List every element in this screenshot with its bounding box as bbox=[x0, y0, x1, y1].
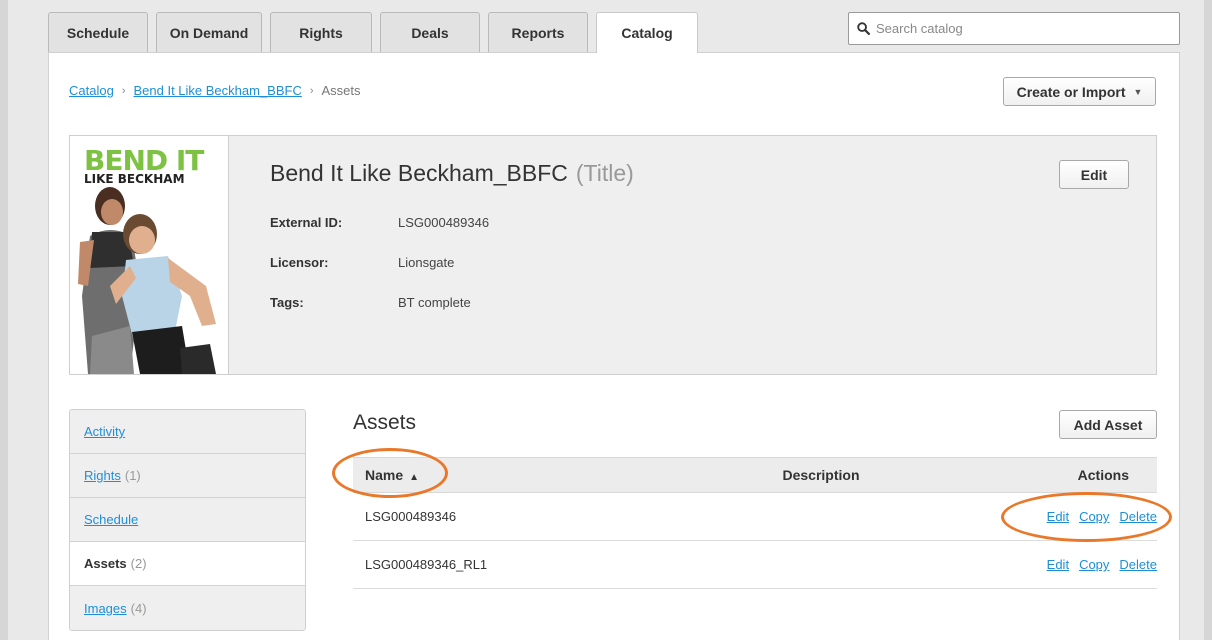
sidenav-item-schedule[interactable]: Schedule bbox=[70, 498, 305, 542]
breadcrumb-catalog-link[interactable]: Catalog bbox=[69, 83, 114, 98]
breadcrumb-separator-icon: › bbox=[121, 84, 126, 97]
column-header-name[interactable]: Name ▲ bbox=[353, 467, 621, 483]
sidenav-item-images[interactable]: Images (4) bbox=[70, 586, 305, 630]
assets-heading: Assets bbox=[353, 411, 417, 434]
table-row: LSG000489346_RL1 Edit Copy Delete bbox=[353, 541, 1157, 589]
breadcrumb-title-link[interactable]: Bend It Like Beckham_BBFC bbox=[133, 83, 301, 98]
add-asset-button[interactable]: Add Asset bbox=[1059, 410, 1157, 439]
title-poster: BEND IT LIKE BECKHAM bbox=[70, 136, 229, 374]
sidenav-item-label[interactable]: Schedule bbox=[84, 512, 138, 527]
assets-table-header: Name ▲ Description Actions bbox=[353, 457, 1157, 493]
breadcrumb: Catalog › Bend It Like Beckham_BBFC › As… bbox=[69, 83, 361, 98]
title-heading: Bend It Like Beckham_BBFC (Title) bbox=[270, 160, 634, 187]
assets-table: Name ▲ Description Actions LSG000489346 E… bbox=[353, 457, 1157, 589]
tab-rights[interactable]: Rights bbox=[270, 12, 372, 52]
sort-ascending-icon: ▲ bbox=[409, 472, 420, 483]
column-header-name-label: Name bbox=[365, 467, 404, 483]
asset-name: LSG000489346_RL1 bbox=[365, 557, 488, 572]
poster-logo: BEND IT LIKE BECKHAM bbox=[84, 144, 204, 186]
delete-asset-link[interactable]: Delete bbox=[1119, 557, 1157, 572]
sidenav-item-count: (1) bbox=[124, 468, 141, 483]
breadcrumb-current: Assets bbox=[321, 83, 361, 98]
title-kind: (Title) bbox=[575, 160, 634, 186]
copy-asset-link[interactable]: Copy bbox=[1079, 557, 1109, 572]
catalog-panel: Catalog › Bend It Like Beckham_BBFC › As… bbox=[48, 52, 1180, 640]
tab-schedule[interactable]: Schedule bbox=[48, 12, 148, 52]
edit-title-button[interactable]: Edit bbox=[1059, 160, 1129, 189]
asset-actions: Edit Copy Delete bbox=[1021, 509, 1157, 524]
asset-name: LSG000489346 bbox=[365, 509, 457, 524]
delete-asset-link[interactable]: Delete bbox=[1119, 509, 1157, 524]
edit-asset-link[interactable]: Edit bbox=[1047, 509, 1069, 524]
tab-deals[interactable]: Deals bbox=[380, 12, 480, 52]
create-or-import-button[interactable]: Create or Import ▼ bbox=[1003, 77, 1156, 106]
asset-actions: Edit Copy Delete bbox=[1021, 557, 1157, 572]
caret-down-icon: ▼ bbox=[1133, 86, 1143, 97]
column-header-description: Description bbox=[782, 467, 860, 483]
breadcrumb-separator-icon: › bbox=[309, 84, 314, 97]
search-icon bbox=[857, 22, 870, 35]
tab-catalog[interactable]: Catalog bbox=[596, 12, 698, 53]
column-header-actions: Actions bbox=[1077, 467, 1129, 483]
tags-label: Tags: bbox=[270, 295, 304, 310]
tab-on-demand[interactable]: On Demand bbox=[156, 12, 262, 52]
title-card: BEND IT LIKE BECKHAM Bend It Like Beckha… bbox=[69, 135, 1157, 375]
sidenav-item-assets[interactable]: Assets (2) bbox=[70, 542, 305, 586]
sidenav-item-activity[interactable]: Activity bbox=[70, 410, 305, 454]
title-name: Bend It Like Beckham_BBFC bbox=[270, 160, 568, 186]
title-sidenav: Activity Rights (1) Schedule Assets (2) … bbox=[69, 409, 306, 631]
licensor-value: Lionsgate bbox=[398, 255, 455, 270]
sidenav-item-rights[interactable]: Rights (1) bbox=[70, 454, 305, 498]
poster-logo-line1: BEND IT bbox=[84, 144, 204, 177]
licensor-label: Licensor: bbox=[270, 255, 329, 270]
external-id-label: External ID: bbox=[270, 215, 343, 230]
sidenav-item-label[interactable]: Rights bbox=[84, 468, 121, 483]
sidenav-item-label[interactable]: Activity bbox=[84, 424, 125, 439]
tab-reports[interactable]: Reports bbox=[488, 12, 588, 52]
create-or-import-label: Create or Import bbox=[1016, 83, 1126, 100]
tags-value: BT complete bbox=[398, 295, 471, 310]
search-input[interactable] bbox=[876, 21, 1166, 36]
sidenav-item-label: Assets bbox=[84, 556, 127, 571]
sidenav-item-count: (2) bbox=[130, 556, 147, 571]
table-row: LSG000489346 Edit Copy Delete bbox=[353, 493, 1157, 541]
main-tabs: Schedule On Demand Rights Deals Reports … bbox=[48, 12, 706, 53]
search-box[interactable] bbox=[848, 12, 1180, 45]
sidenav-item-label[interactable]: Images bbox=[84, 601, 127, 616]
external-id-value: LSG000489346 bbox=[398, 215, 490, 230]
copy-asset-link[interactable]: Copy bbox=[1079, 509, 1109, 524]
edit-asset-link[interactable]: Edit bbox=[1047, 557, 1069, 572]
sidenav-item-count: (4) bbox=[130, 600, 147, 616]
